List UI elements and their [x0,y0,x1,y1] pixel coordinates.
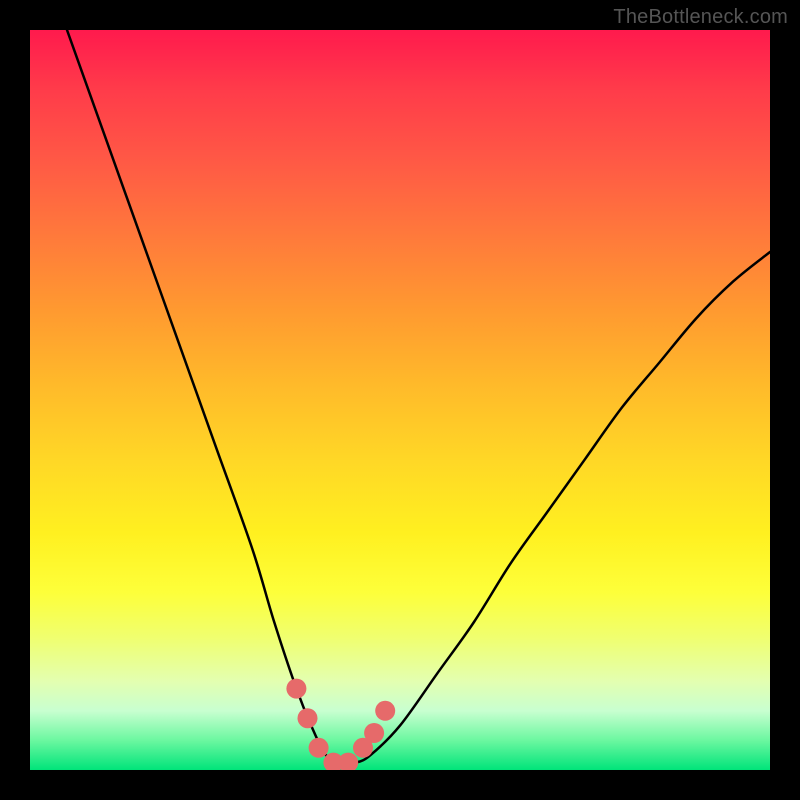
valley-marker [298,708,318,728]
valley-marker [364,723,384,743]
valley-marker [286,679,306,699]
chart-svg [30,30,770,770]
valley-markers [286,679,395,770]
outer-frame: TheBottleneck.com [0,0,800,800]
valley-marker [309,738,329,758]
plot-area [30,30,770,770]
valley-marker [375,701,395,721]
bottleneck-curve [67,30,770,764]
valley-marker [338,753,358,770]
watermark-text: TheBottleneck.com [613,6,788,29]
